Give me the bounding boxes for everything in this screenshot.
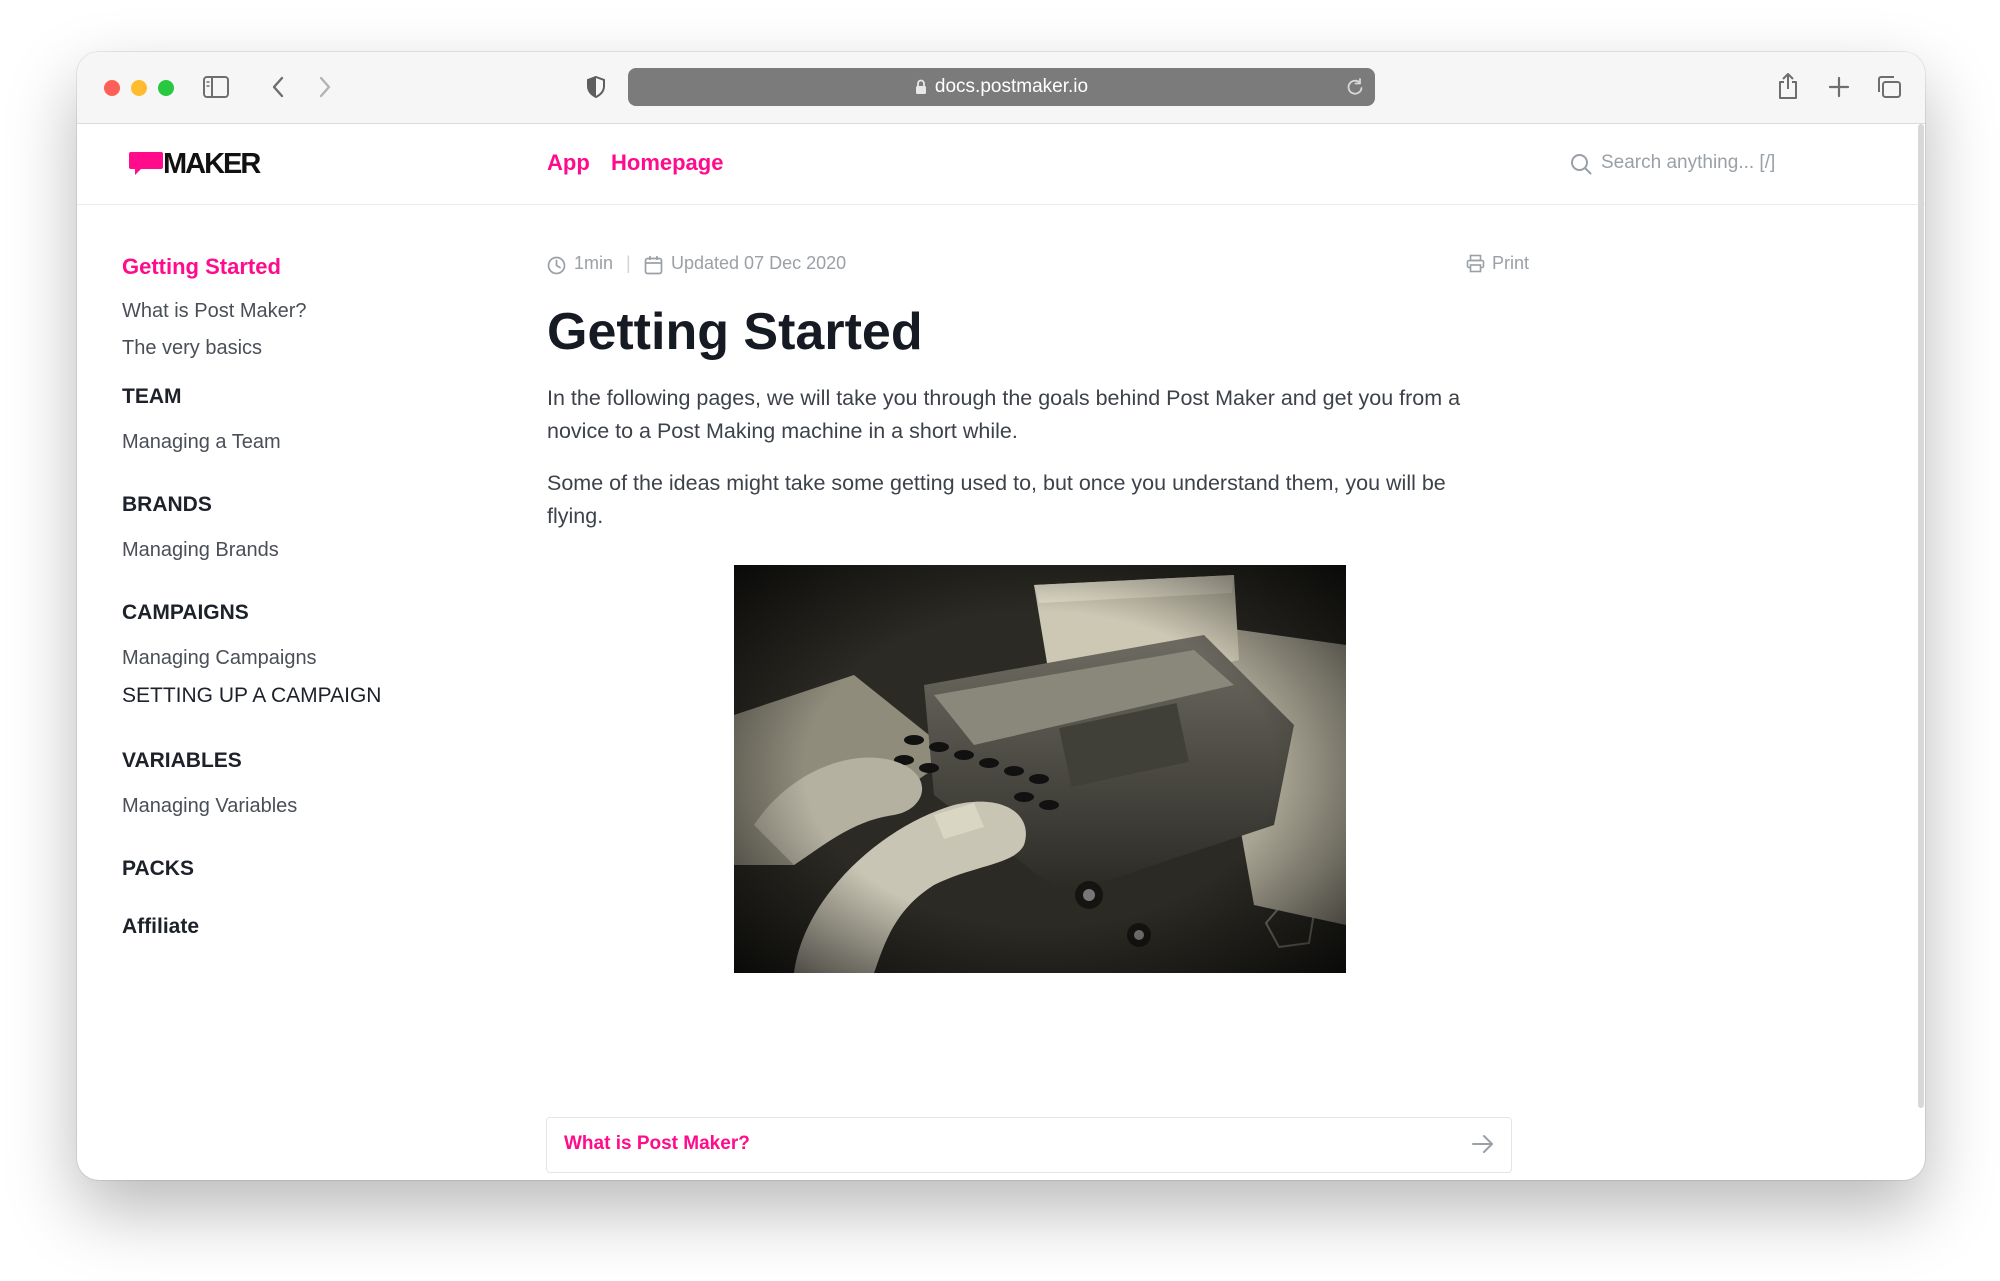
sidebar-item-packs[interactable]: PACKS xyxy=(122,857,194,881)
site-header: MAKER App Homepage Search anything... [/… xyxy=(77,124,1925,205)
shield-icon[interactable] xyxy=(586,75,606,99)
updated-date: Updated 07 Dec 2020 xyxy=(671,253,847,273)
minimize-window-button[interactable] xyxy=(131,80,147,96)
zoom-window-button[interactable] xyxy=(158,80,174,96)
print-label: Print xyxy=(1492,253,1530,273)
share-icon[interactable] xyxy=(1776,72,1800,100)
clock-icon xyxy=(547,256,566,275)
new-tab-icon[interactable] xyxy=(1828,76,1850,98)
page-scrollbar[interactable] xyxy=(1918,124,1924,1108)
typewriter-illustration xyxy=(734,565,1346,973)
print-button[interactable]: Print xyxy=(1466,251,1541,277)
close-window-button[interactable] xyxy=(104,80,120,96)
sidebar-item-what-is-post-maker[interactable]: What is Post Maker? xyxy=(122,300,307,323)
sidebar-item-setting-up-campaign[interactable]: SETTING UP A CAMPAIGN xyxy=(122,684,381,708)
lock-icon xyxy=(915,79,926,94)
next-page-label: What is Post Maker? xyxy=(564,1133,750,1154)
sidebar-item-the-very-basics[interactable]: The very basics xyxy=(122,337,262,360)
browser-toolbar: docs.postmaker.io xyxy=(77,52,1925,124)
typewriter-animation-image xyxy=(734,565,1346,973)
meta-divider: | xyxy=(626,253,631,273)
sidebar-item-affiliate[interactable]: Affiliate xyxy=(122,915,199,939)
search-input[interactable]: Search anything... [/] xyxy=(1570,151,1800,177)
forward-icon[interactable] xyxy=(318,75,332,99)
read-time: 1min xyxy=(574,253,614,273)
sidebar-heading-team: TEAM xyxy=(122,385,182,408)
search-icon xyxy=(1571,154,1592,175)
page-title: Getting Started xyxy=(547,303,923,361)
sidebar-heading-variables: VARIABLES xyxy=(122,749,242,772)
nav-homepage-link[interactable]: Homepage xyxy=(611,150,723,176)
printer-icon xyxy=(1466,254,1485,273)
address-bar[interactable]: docs.postmaker.io xyxy=(628,68,1375,106)
url-text: docs.postmaker.io xyxy=(934,76,1089,97)
sidebar-heading-campaigns: CAMPAIGNS xyxy=(122,601,249,624)
tabs-icon[interactable] xyxy=(1876,75,1902,99)
browser-window: docs.postmaker.io MAKER App Homepage Sea… xyxy=(77,52,1925,1180)
sidebar-item-managing-variables[interactable]: Managing Variables xyxy=(122,795,297,818)
logo-text: MAKER xyxy=(163,148,261,180)
nav-app-link[interactable]: App xyxy=(547,150,590,176)
next-page-link[interactable]: What is Post Maker? xyxy=(546,1117,1512,1173)
second-paragraph: Some of the ideas might take some gettin… xyxy=(547,471,1446,528)
speech-bubble-icon xyxy=(129,152,163,175)
sidebar-item-managing-campaigns[interactable]: Managing Campaigns xyxy=(122,647,317,670)
arrow-right-icon xyxy=(1472,1135,1493,1153)
calendar-icon xyxy=(644,256,663,275)
sidebar-item-managing-brands[interactable]: Managing Brands xyxy=(122,539,279,562)
reload-icon[interactable] xyxy=(1345,77,1365,97)
sidebar-item-getting-started[interactable]: Getting Started xyxy=(122,254,281,280)
sidebar-toggle-icon[interactable] xyxy=(203,76,229,98)
sidebar-item-managing-team[interactable]: Managing a Team xyxy=(122,431,281,454)
back-icon[interactable] xyxy=(271,75,285,99)
search-placeholder: Search anything... [/] xyxy=(1601,152,1776,173)
intro-paragraph: In the following pages, we will take you… xyxy=(547,386,1461,443)
sidebar-heading-brands: BRANDS xyxy=(122,493,212,516)
